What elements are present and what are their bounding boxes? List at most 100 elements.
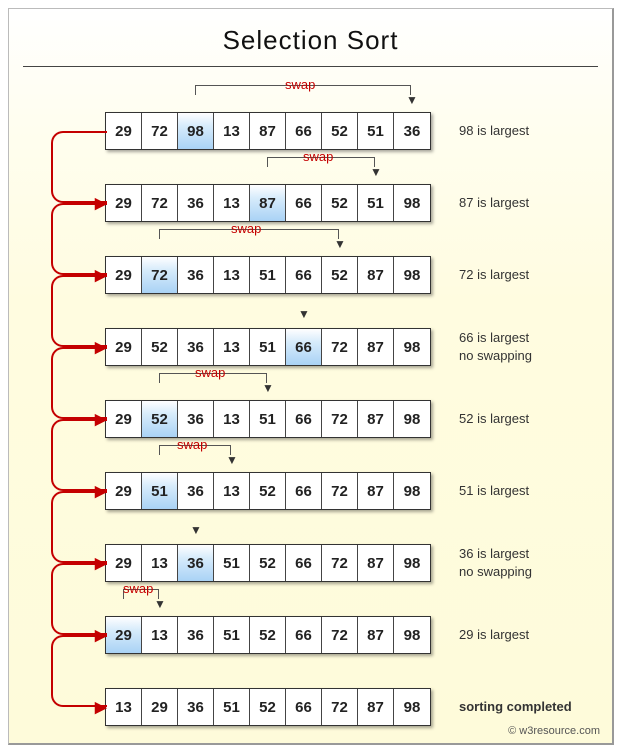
array: 291336515266728798	[105, 616, 431, 654]
array-cell: 51	[250, 401, 286, 437]
swap-label: swap	[177, 437, 207, 452]
swap-arrowhead-icon: ▼	[226, 453, 238, 467]
row-caption: 29 is largest	[459, 626, 529, 644]
array-cell: 13	[214, 257, 250, 293]
array-cell: 52	[322, 185, 358, 221]
array-cell: 13	[214, 185, 250, 221]
array-cell: 52	[250, 689, 286, 725]
array-cell: 36	[178, 689, 214, 725]
swap-label: swap	[195, 365, 225, 380]
array-cell: 87	[250, 113, 286, 149]
array-cell: 52	[250, 617, 286, 653]
flow-connector	[51, 203, 107, 275]
array-cell: 87	[250, 185, 286, 221]
array-cell: 72	[142, 185, 178, 221]
diagram-container: Selection Sort swap▼29729813876652513698…	[8, 8, 614, 745]
array: 295236135166728798	[105, 400, 431, 438]
array-cell: 52	[142, 401, 178, 437]
array-cell: 29	[106, 401, 142, 437]
array-cell: 51	[214, 689, 250, 725]
array: 297298138766525136	[105, 112, 431, 150]
array: 291336515266728798	[105, 544, 431, 582]
array-cell: 36	[178, 401, 214, 437]
array-cell: 36	[178, 257, 214, 293]
flow-connector	[51, 563, 107, 635]
array-cell: 13	[106, 689, 142, 725]
array-cell: 66	[286, 329, 322, 365]
swap-arrowhead-icon: ▼	[334, 237, 346, 251]
array-cell: 87	[358, 329, 394, 365]
swap-label: swap	[303, 149, 333, 164]
array-cell: 13	[214, 329, 250, 365]
array-cell: 13	[214, 113, 250, 149]
array-cell: 13	[214, 401, 250, 437]
array-cell: 13	[214, 473, 250, 509]
array-cell: 13	[142, 545, 178, 581]
swap-arrowhead-icon: ▼	[190, 523, 202, 537]
array-cell: 51	[358, 185, 394, 221]
array-cell: 66	[286, 545, 322, 581]
array: 132936515266728798	[105, 688, 431, 726]
array-cell: 87	[358, 617, 394, 653]
array-cell: 66	[286, 473, 322, 509]
array-cell: 51	[214, 545, 250, 581]
array-cell: 87	[358, 689, 394, 725]
array-cell: 52	[250, 545, 286, 581]
array-cell: 72	[142, 257, 178, 293]
flow-connector	[51, 131, 107, 203]
array-cell: 29	[106, 545, 142, 581]
array-cell: 98	[394, 473, 430, 509]
array-cell: 29	[142, 689, 178, 725]
array-cell: 36	[394, 113, 430, 149]
array: 295236135166728798	[105, 328, 431, 366]
array-cell: 72	[322, 473, 358, 509]
array-cell: 51	[250, 257, 286, 293]
row-caption: 98 is largest	[459, 122, 529, 140]
array-cell: 13	[142, 617, 178, 653]
array-cell: 52	[322, 113, 358, 149]
array-cell: 36	[178, 617, 214, 653]
array-cell: 72	[322, 545, 358, 581]
array-cell: 29	[106, 473, 142, 509]
array-cell: 29	[106, 185, 142, 221]
rows-container: swap▼29729813876652513698 is largestswap…	[9, 95, 612, 743]
array-cell: 36	[178, 185, 214, 221]
array-cell: 51	[358, 113, 394, 149]
swap-arrowhead-icon: ▼	[406, 93, 418, 107]
array-cell: 98	[394, 401, 430, 437]
row-caption: 36 is largestno swapping	[459, 545, 532, 580]
array-cell: 36	[178, 329, 214, 365]
array-cell: 72	[322, 401, 358, 437]
array: 295136135266728798	[105, 472, 431, 510]
array-cell: 87	[358, 257, 394, 293]
array-cell: 52	[142, 329, 178, 365]
array-cell: 87	[358, 545, 394, 581]
array-cell: 98	[394, 257, 430, 293]
array-cell: 72	[322, 617, 358, 653]
swap-arrowhead-icon: ▼	[370, 165, 382, 179]
swap-label: swap	[231, 221, 261, 236]
swap-arrowhead-icon: ▼	[298, 307, 310, 321]
array-cell: 51	[214, 617, 250, 653]
row-caption: 72 is largest	[459, 266, 529, 284]
title: Selection Sort	[9, 25, 612, 56]
array-cell: 29	[106, 257, 142, 293]
array-cell: 72	[322, 689, 358, 725]
array-cell: 98	[394, 545, 430, 581]
array-cell: 98	[394, 689, 430, 725]
flow-connector	[51, 419, 107, 491]
array-cell: 52	[250, 473, 286, 509]
array-cell: 36	[178, 545, 214, 581]
array-cell: 98	[394, 185, 430, 221]
array-cell: 98	[394, 617, 430, 653]
array-cell: 98	[178, 113, 214, 149]
flow-connector	[51, 635, 107, 707]
array-cell: 29	[106, 329, 142, 365]
array-cell: 66	[286, 617, 322, 653]
array: 297236135166528798	[105, 256, 431, 294]
row-caption: 66 is largestno swapping	[459, 329, 532, 364]
flow-arrowhead-icon: ▶	[95, 698, 107, 716]
array-cell: 52	[322, 257, 358, 293]
swap-label: swap	[123, 581, 153, 596]
flow-connector	[51, 347, 107, 419]
